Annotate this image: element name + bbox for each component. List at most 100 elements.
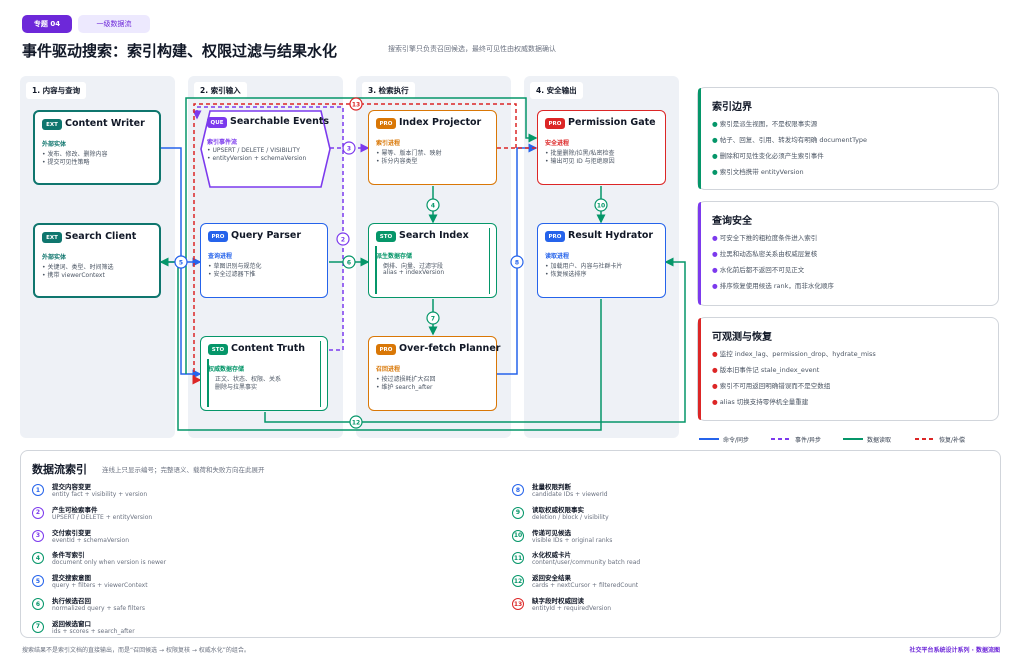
node-permission-gate: PRO Permission Gate 安全进程 • 批量删除/拉黑/私密检查 … bbox=[537, 110, 666, 185]
flow-index-heading: 水化权威卡片 bbox=[532, 551, 571, 560]
node-result-hydrator: PRO Result Hydrator 读取进程 • 加载用户、内容与社群卡片 … bbox=[537, 223, 666, 298]
node-bullet: • 维护 search_after bbox=[376, 384, 433, 391]
panel-accent bbox=[698, 88, 701, 189]
panel-item: ● alias 切换支持零停机全量重建 bbox=[712, 398, 809, 406]
svg-text:5: 5 bbox=[179, 260, 183, 267]
footer-series: 社交平台系统设计系列 · 数据流图 bbox=[909, 647, 1000, 654]
flow-index-payload: document only when version is newer bbox=[52, 559, 167, 567]
flow-index-item: 5 提交搜索意图 query + filters + viewerContext bbox=[32, 572, 462, 592]
flow-number-badge: 9 bbox=[512, 506, 524, 519]
flow-index-payload: eventId + schemaVersion bbox=[52, 536, 130, 544]
store-bar bbox=[488, 228, 490, 294]
pro-badge: PRO bbox=[208, 231, 228, 242]
edge-label-3: 3 bbox=[342, 141, 356, 155]
flow-index-payload: normalized query + safe filters bbox=[52, 605, 146, 612]
ext-badge: EXT bbox=[42, 119, 62, 130]
node-name: Search Index bbox=[399, 230, 469, 241]
flow-index-heading: 批量权限判断 bbox=[532, 483, 571, 491]
flow-index-heading: 交付索引变更 bbox=[52, 528, 91, 537]
node-name: Permission Gate bbox=[568, 117, 656, 128]
edge-label-8: 8 bbox=[510, 255, 524, 269]
pro-badge: PRO bbox=[376, 344, 396, 355]
node-role: 索引事件流 bbox=[207, 139, 238, 146]
node-bullet: • 恢复候选排序 bbox=[545, 271, 587, 278]
pro-badge: PRO bbox=[545, 231, 565, 242]
legend-sync: 命令/同步 bbox=[723, 437, 750, 444]
flow-index-item: 3 交付索引变更 eventId + schemaVersion bbox=[32, 527, 462, 547]
node-bullet: • 提交可见性策略 bbox=[42, 159, 90, 166]
edge-label-10: 10 bbox=[594, 198, 608, 212]
flow-index-item: 11 水化权威卡片 content/user/community batch rea… bbox=[512, 549, 942, 569]
node-content-truth: STO Content Truth 权威数据存储 正文、状态、权限、关系 删除与… bbox=[200, 336, 328, 411]
flow-index-item: 6 执行候选召回 normalized query + safe filters bbox=[32, 595, 462, 615]
store-bar bbox=[319, 341, 321, 407]
node-role: 查询进程 bbox=[208, 253, 233, 260]
svg-text:10: 10 bbox=[597, 203, 605, 210]
edge-label-12: 12 bbox=[349, 415, 363, 429]
panel-item: ● 索引不可用返回明确错误而不是空数组 bbox=[712, 382, 831, 390]
flow-index-item: 1 提交内容变更 entity fact + visibility + versio… bbox=[32, 481, 462, 501]
ext-badge: EXT bbox=[42, 232, 62, 243]
store-bar bbox=[207, 359, 209, 407]
node-role: 权威数据存储 bbox=[208, 366, 245, 373]
svg-text:12: 12 bbox=[352, 420, 360, 427]
flow-number-badge: 1 bbox=[32, 484, 44, 496]
svg-text:4: 4 bbox=[431, 203, 435, 210]
panel-item: ● 帖子、回复、引用、转发均有明确 documentType bbox=[712, 136, 868, 144]
panel-item: ● 删除和可见性变化必须产生索引事件 bbox=[712, 152, 824, 160]
node-query-parser: PRO Query Parser 查询进程 • 草图识别与规范化 • 安全过滤器… bbox=[200, 223, 328, 298]
flow-index-heading: 条件写索引 bbox=[52, 551, 85, 560]
flow-index-list-right: 8 批量权限判断 candidate IDs + viewerId 9 读取权威权限事实… bbox=[512, 481, 952, 633]
flow-index-heading: 返回候选窗口 bbox=[52, 619, 91, 628]
panel-item: ● 拉黑和动态私密关系由权威层复核 bbox=[712, 250, 818, 258]
flow-index-payload: entity fact + visibility + version bbox=[52, 491, 148, 498]
flow-number-badge: 12 bbox=[512, 575, 524, 588]
node-role: 索引进程 bbox=[376, 140, 401, 147]
flow-index-heading: 返回安全结果 bbox=[532, 574, 571, 583]
flow-number-badge: 13 bbox=[512, 598, 524, 610]
node-name: Result Hydrator bbox=[568, 230, 654, 241]
flow-index-payload: ids + scores + search_after bbox=[52, 627, 135, 635]
flow-index-item: 9 读取权威权限事实 deletion / block / visibility bbox=[512, 504, 942, 524]
flow-index-heading: 执行候选召回 bbox=[52, 597, 91, 605]
node-name: Search Client bbox=[65, 231, 137, 242]
edge-label-5: 5 bbox=[174, 255, 188, 269]
panel-query-security: 查询安全 ● 可安全下推的粗粒度条件进入索引 ● 拉黑和动态私密关系由权威层复核… bbox=[697, 201, 999, 306]
flow-index-heading: 读取权威权限事实 bbox=[532, 505, 584, 514]
node-name: Query Parser bbox=[231, 230, 302, 241]
panel-item: ● 监控 index_lag、permission_drop、hydrate_m… bbox=[712, 350, 876, 358]
panel-title: 索引边界 bbox=[712, 102, 752, 113]
sto-badge: STO bbox=[208, 344, 228, 355]
node-role: 读取进程 bbox=[545, 253, 570, 260]
flow-index-item: 4 条件写索引 document only when version is newe… bbox=[32, 549, 462, 569]
svg-text:3: 3 bbox=[347, 146, 351, 153]
panel-accent bbox=[698, 202, 701, 305]
node-name: Content Truth bbox=[231, 343, 306, 354]
flow-number-badge: 4 bbox=[32, 552, 44, 565]
panel-item: ● 版本旧事件记 stale_index_event bbox=[712, 366, 820, 374]
node-searchable-events: QUE Searchable Events 索引事件流 • UPSERT / D… bbox=[200, 110, 331, 188]
node-bullet: • entityVersion + schemaVersion bbox=[207, 155, 307, 162]
node-name: Content Writer bbox=[65, 118, 145, 129]
node-content-writer: EXT Content Writer 外部实体 • 发布、修改、删除内容 • 提… bbox=[33, 110, 161, 185]
edge-label-6: 6 bbox=[342, 255, 356, 269]
flow-index-payload: deletion / block / visibility bbox=[532, 513, 609, 521]
node-bullet: • 安全过滤器下推 bbox=[208, 271, 256, 278]
edge-label-13: 13 bbox=[349, 97, 363, 111]
flow-number-badge: 6 bbox=[32, 598, 44, 610]
flow-index-payload: UPSERT / DELETE + entityVersion bbox=[52, 513, 153, 521]
panel-item: ● 可安全下推的粗粒度条件进入索引 bbox=[712, 234, 818, 242]
panel-observability: 可观测与恢复 ● 监控 index_lag、permission_drop、hy… bbox=[697, 317, 999, 421]
node-name: Searchable Events bbox=[230, 116, 330, 127]
legend-read: 数据读取 bbox=[867, 437, 892, 444]
flow-number-badge: 2 bbox=[32, 506, 44, 519]
flow-number-badge: 5 bbox=[32, 575, 44, 588]
flow-index-item: 12 返回安全结果 cards + nextCursor + filteredCou… bbox=[512, 572, 942, 592]
svg-text:8: 8 bbox=[515, 260, 519, 267]
edge-label-2: 2 bbox=[336, 232, 350, 246]
node-over-fetch-planner: PRO Over-fetch Planner 召回进程 • 按过滤损耗扩大召回 … bbox=[368, 336, 500, 411]
node-name: Index Projector bbox=[399, 117, 482, 128]
flow-index-item: 10 传递可见候选 visible IDs + original ranks bbox=[512, 527, 942, 547]
node-bullet: • 携带 viewerContext bbox=[42, 272, 105, 279]
node-role: 安全进程 bbox=[545, 140, 570, 147]
